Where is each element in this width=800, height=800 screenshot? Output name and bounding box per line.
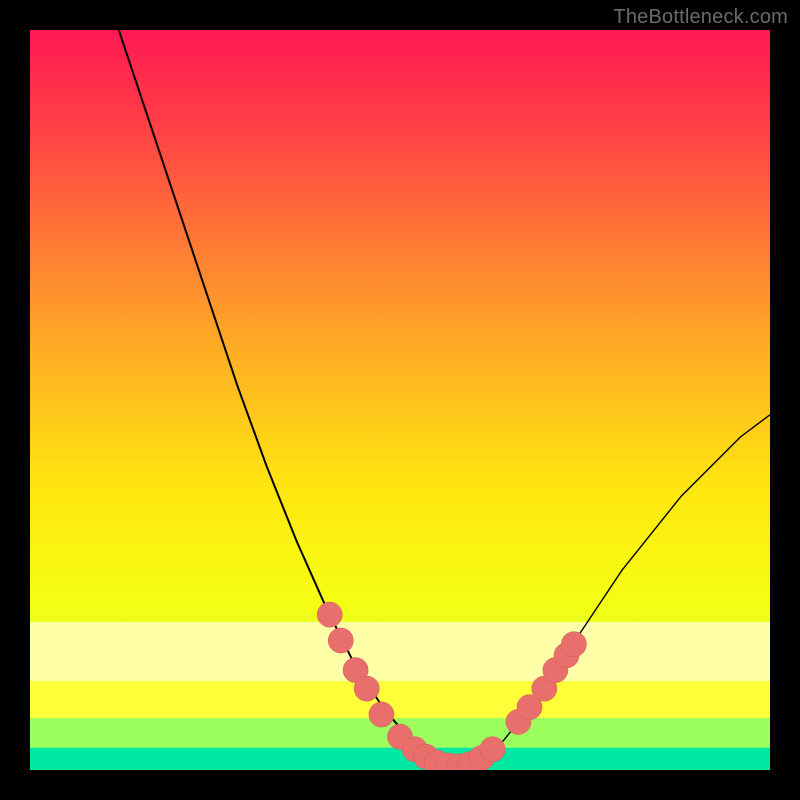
watermark-text: TheBottleneck.com [613, 6, 788, 29]
marker-point [354, 676, 379, 701]
marker-point [369, 702, 394, 727]
band-pale [30, 622, 770, 681]
plot-area [30, 30, 770, 770]
marker-point [317, 602, 342, 627]
band-green [30, 748, 770, 770]
bottleneck-chart [30, 30, 770, 770]
chart-frame: TheBottleneck.com [0, 0, 800, 800]
band-yellow [30, 681, 770, 718]
marker-point [480, 737, 505, 762]
marker-point [328, 628, 353, 653]
marker-point [561, 632, 586, 657]
